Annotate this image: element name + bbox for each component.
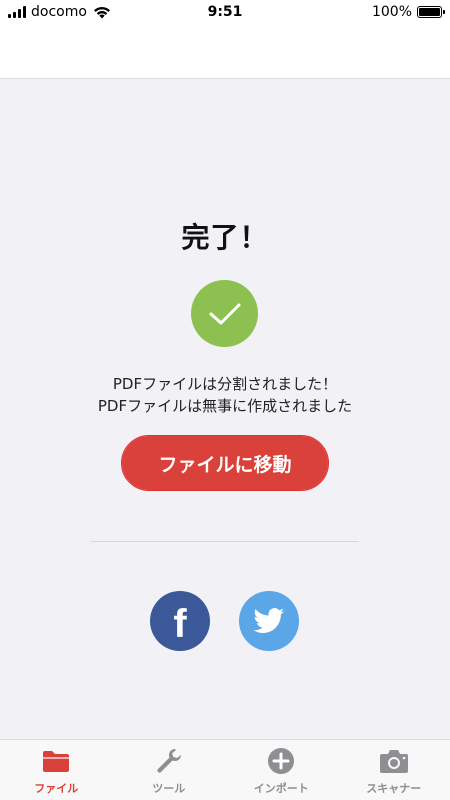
status-bar: docomo 9:51 100% (0, 0, 450, 24)
facebook-share-button[interactable]: f (150, 591, 210, 651)
battery-percentage: 100% (371, 4, 412, 20)
tab-files[interactable]: ファイル (0, 740, 113, 800)
battery-icon (417, 6, 445, 18)
tab-scanner-label: スキャナー (366, 782, 422, 795)
app-screen: docomo 9:51 100% 完了！ PDFファイルは分割されました！ PD… (0, 0, 450, 800)
go-to-files-button[interactable]: ファイルに移動 (121, 435, 329, 491)
success-badge (191, 280, 258, 347)
folder-icon (41, 747, 71, 775)
bottom-tab-bar: ファイル ツール インポート スキャナー (0, 739, 450, 800)
tab-import-label: インポート (253, 782, 309, 795)
twitter-share-button[interactable] (239, 591, 299, 651)
tab-tools-label: ツール (152, 782, 186, 795)
tab-files-label: ファイル (34, 782, 79, 795)
twitter-icon (253, 608, 285, 633)
facebook-icon: f (173, 602, 187, 646)
success-message-split: PDFファイルは分割されました！ (112, 375, 338, 393)
success-message-created: PDFファイルは無事に作成されました (97, 397, 353, 415)
wrench-icon (154, 747, 184, 775)
top-header: docomo 9:51 100% (0, 0, 450, 79)
plus-circle-icon (266, 747, 296, 775)
status-right: 100% (371, 4, 445, 20)
divider (91, 541, 359, 542)
page-title: 完了！ (181, 221, 269, 254)
tab-scanner[interactable]: スキャナー (338, 740, 450, 800)
tab-import[interactable]: インポート (225, 740, 338, 800)
tab-tools[interactable]: ツール (113, 740, 226, 800)
checkmark-icon (209, 303, 240, 324)
camera-icon (379, 747, 409, 775)
